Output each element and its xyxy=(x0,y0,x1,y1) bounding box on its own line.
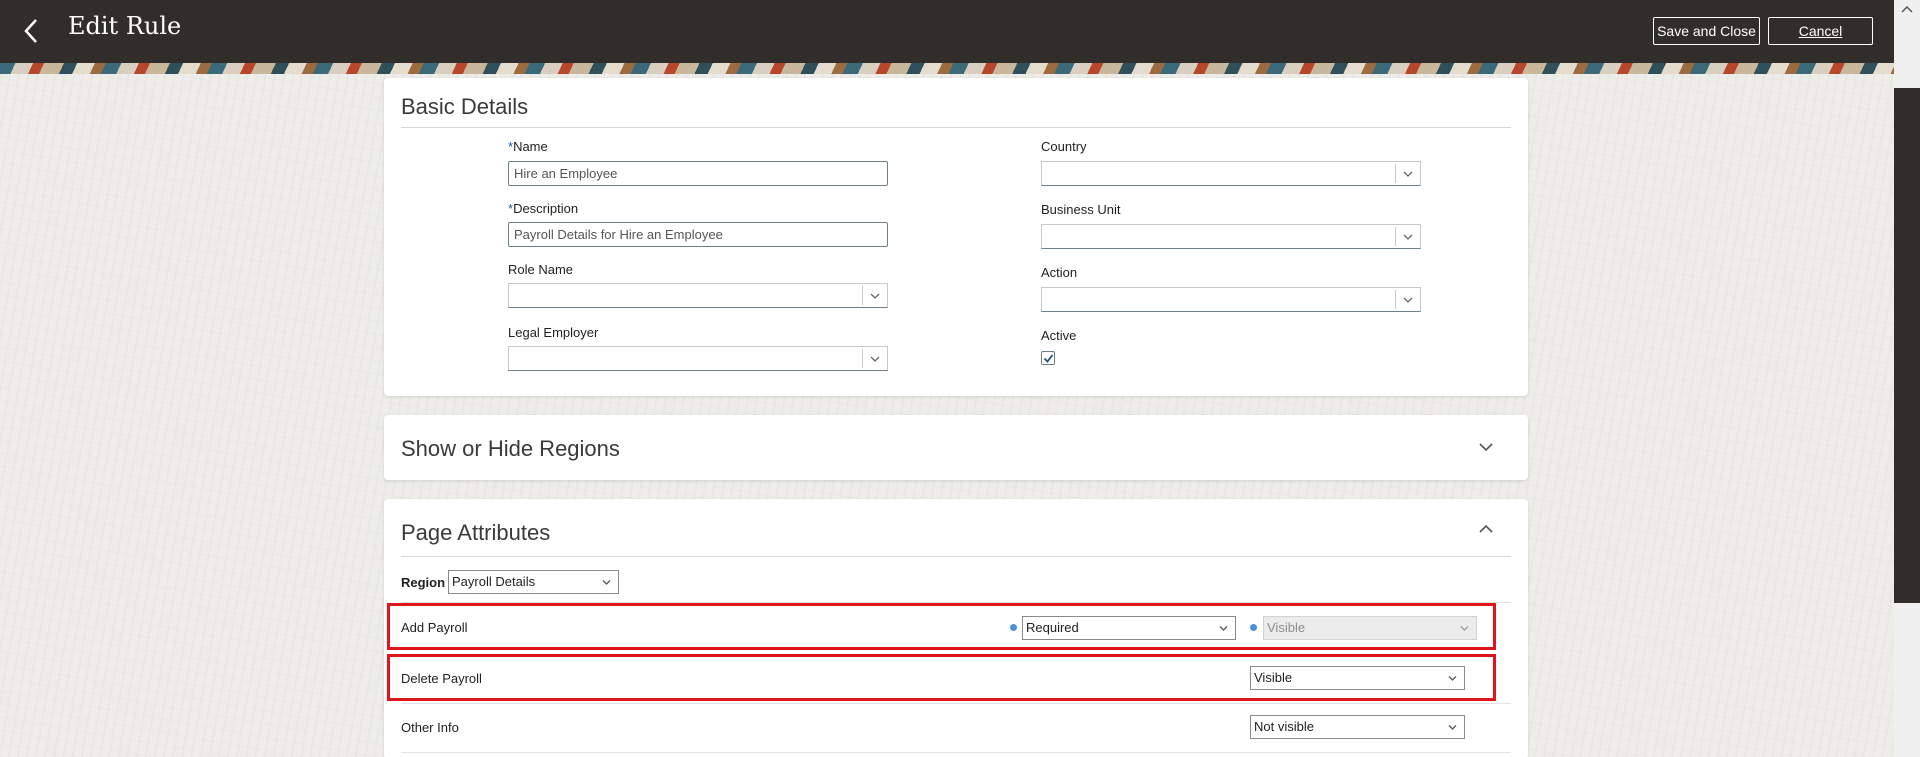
basic-details-title: Basic Details xyxy=(401,94,529,119)
add-payroll-required-select[interactable]: Required xyxy=(1022,616,1236,640)
chevron-down-icon xyxy=(870,293,880,299)
back-button[interactable] xyxy=(14,14,48,48)
country-label: Country xyxy=(1041,139,1087,154)
cancel-button[interactable]: Cancel xyxy=(1768,17,1873,45)
delete-payroll-label: Delete Payroll xyxy=(401,671,482,686)
legal-employer-label: Legal Employer xyxy=(508,325,599,340)
show-hide-regions-card[interactable]: Show or Hide Regions xyxy=(384,415,1528,480)
region-select[interactable]: Payroll Details xyxy=(448,570,619,594)
page-title: Edit Rule xyxy=(68,12,182,40)
checkmark-icon xyxy=(1043,353,1053,363)
description-label: *Description xyxy=(508,201,579,216)
region-select-value: Payroll Details xyxy=(452,574,536,589)
chevron-left-icon xyxy=(24,19,37,43)
scroll-up-arrow-icon[interactable] xyxy=(1900,4,1914,14)
business-unit-combobox[interactable] xyxy=(1041,224,1421,249)
chevron-down-icon xyxy=(1460,626,1469,631)
chevron-down-icon xyxy=(1479,443,1493,452)
business-unit-label: Business Unit xyxy=(1041,202,1121,217)
expand-button[interactable] xyxy=(1474,435,1498,459)
chevron-down-icon xyxy=(1448,676,1457,681)
add-payroll-visibility-value: Visible xyxy=(1267,620,1306,635)
chevron-up-icon xyxy=(1479,524,1493,533)
required-dot-icon xyxy=(1250,624,1257,631)
country-combobox[interactable] xyxy=(1041,161,1421,186)
scrollbar-thumb[interactable] xyxy=(1894,88,1920,603)
legal-employer-combobox[interactable] xyxy=(508,346,888,371)
chevron-down-icon xyxy=(602,580,611,585)
region-label: Region xyxy=(401,575,446,590)
show-hide-regions-title: Show or Hide Regions xyxy=(401,436,620,461)
other-info-visibility-select[interactable]: Not visible xyxy=(1250,715,1465,739)
page-attributes-card: Page Attributes Region Payroll Details A… xyxy=(384,499,1528,757)
add-payroll-required-value: Required xyxy=(1026,620,1079,635)
delete-payroll-visibility-select[interactable]: Visible xyxy=(1250,666,1465,690)
role-name-combobox[interactable] xyxy=(508,283,888,308)
description-input[interactable] xyxy=(508,222,888,247)
active-checkbox[interactable] xyxy=(1041,351,1055,365)
page-attributes-title: Page Attributes xyxy=(401,520,551,545)
section-divider xyxy=(401,127,1511,128)
delete-payroll-visibility-value: Visible xyxy=(1254,670,1293,685)
page-header xyxy=(0,0,1894,63)
row-divider xyxy=(401,703,1511,704)
chevron-down-icon xyxy=(870,356,880,362)
chevron-down-icon xyxy=(1403,234,1413,240)
other-info-label: Other Info xyxy=(401,720,459,735)
add-payroll-label: Add Payroll xyxy=(401,620,468,635)
save-and-close-button[interactable]: Save and Close xyxy=(1653,17,1760,45)
action-label: Action xyxy=(1041,265,1078,280)
active-label: Active xyxy=(1041,328,1077,343)
section-divider xyxy=(401,556,1511,557)
chevron-down-icon xyxy=(1448,725,1457,730)
action-combobox[interactable] xyxy=(1041,287,1421,312)
collapse-button[interactable] xyxy=(1474,517,1498,541)
row-divider xyxy=(401,752,1511,753)
name-label: *Name xyxy=(508,139,548,154)
other-info-visibility-value: Not visible xyxy=(1254,719,1314,734)
chevron-down-icon xyxy=(1403,171,1413,177)
chevron-down-icon xyxy=(1219,626,1228,631)
basic-details-card: Basic Details *Name *Description Role Na… xyxy=(384,78,1528,396)
header-banner xyxy=(0,63,1894,74)
role-name-label: Role Name xyxy=(508,262,574,277)
add-payroll-visibility-select: Visible xyxy=(1263,616,1477,640)
name-input[interactable] xyxy=(508,161,888,186)
required-dot-icon xyxy=(1010,624,1017,631)
chevron-down-icon xyxy=(1403,297,1413,303)
